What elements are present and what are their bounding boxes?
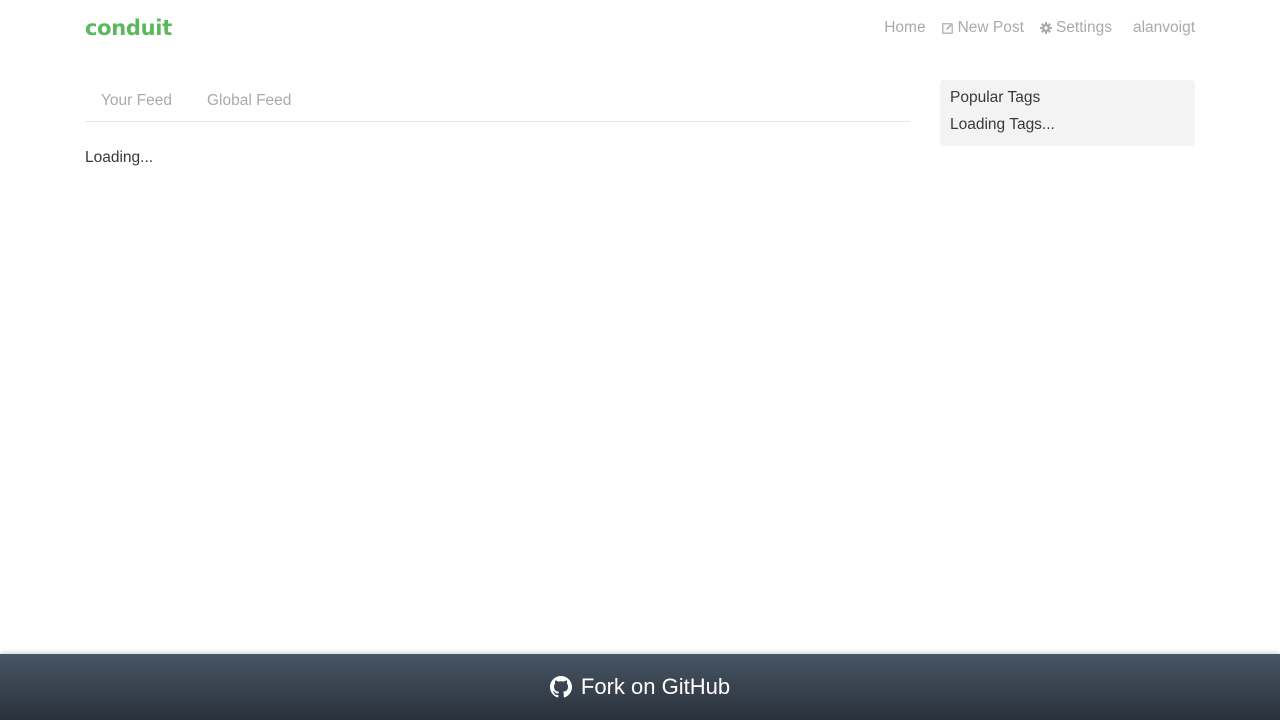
nav-home-label: Home xyxy=(884,19,926,36)
nav-home-link[interactable]: Home xyxy=(884,19,925,37)
nav-user-link[interactable]: alanvoigt xyxy=(1133,19,1195,37)
brand-logo[interactable]: conduit xyxy=(85,16,172,40)
fork-on-github-footer[interactable]: Fork on GitHub xyxy=(0,654,1280,720)
nav-settings-link[interactable]: Settings xyxy=(1039,19,1112,37)
edit-icon xyxy=(941,22,954,34)
tags-loading-text: Loading Tags... xyxy=(950,116,1055,133)
feed-tabs: Your Feed Global Feed xyxy=(85,80,910,122)
tab-your-feed[interactable]: Your Feed xyxy=(85,92,188,110)
popular-tags-sidebar: Popular Tags Loading Tags... xyxy=(940,80,1195,146)
feed-loading-text: Loading... xyxy=(85,149,154,166)
nav-links: Home New Post Settings alanvoigt xyxy=(868,19,1195,37)
github-icon xyxy=(549,676,572,698)
page: conduit Home New Post Settings alanvoigt… xyxy=(0,0,1280,720)
tab-global-feed[interactable]: Global Feed xyxy=(191,92,307,110)
sidebar-title: Popular Tags xyxy=(950,89,1041,106)
nav-user-label: alanvoigt xyxy=(1132,19,1195,36)
gear-icon xyxy=(1039,22,1052,34)
nav-settings-label: Settings xyxy=(1055,19,1112,36)
footer-label: Fork on GitHub xyxy=(580,674,731,699)
nav-new-post-link[interactable]: New Post xyxy=(941,19,1024,37)
feed-column: Your Feed Global Feed Loading... xyxy=(85,80,910,167)
nav-new-post-label: New Post xyxy=(957,19,1024,36)
navbar: conduit Home New Post Settings alanvoigt xyxy=(85,0,1195,56)
